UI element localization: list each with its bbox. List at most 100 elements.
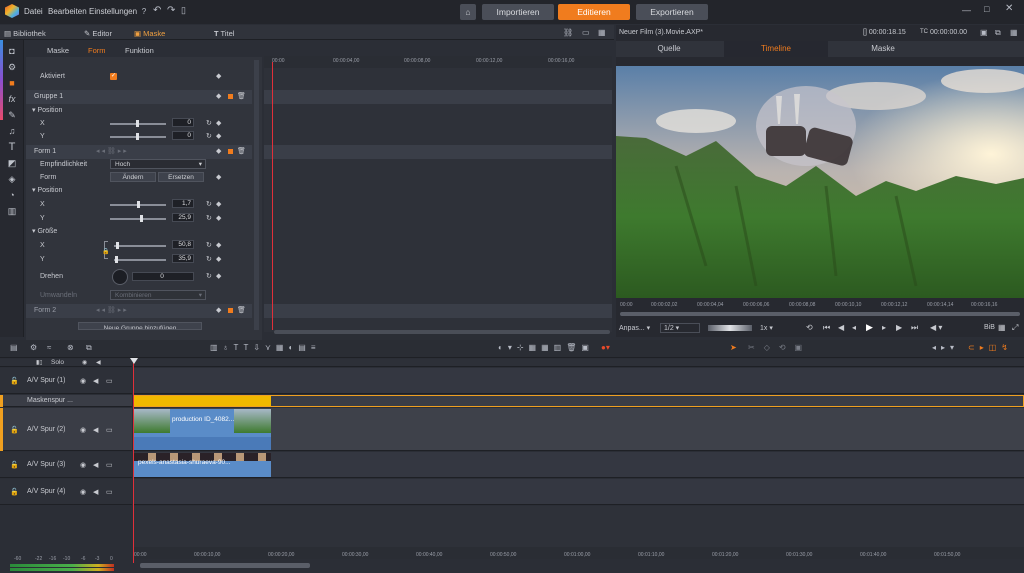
monitor-scrubber[interactable] <box>620 312 1020 316</box>
speaker-icon[interactable]: ◀ <box>93 426 98 434</box>
tab-library[interactable]: ▤ Bibliothek <box>4 29 46 38</box>
track-av4-body[interactable] <box>133 479 1024 505</box>
delete-icon[interactable]: 🗑 <box>237 306 246 314</box>
clip-pexels[interactable]: pexels-anastasia-shuraeva-90... <box>134 453 271 477</box>
track-header-av1[interactable]: 🔓 A/V Spur (1) ◉ ◀ ▭ <box>0 368 132 394</box>
change-button[interactable]: Ändern <box>110 172 156 182</box>
eye-icon[interactable]: ◉ <box>80 377 86 385</box>
menu-edit[interactable]: Bearbeiten <box>48 7 87 16</box>
pointer-icon[interactable]: ➤ <box>730 343 737 352</box>
row-position2-header[interactable]: ▾ Position <box>26 184 256 198</box>
shapes-icon[interactable]: ◩ <box>6 157 18 169</box>
lock-icon[interactable]: 🔓 <box>10 426 19 434</box>
record-voice-icon[interactable]: ●▾ <box>601 343 610 352</box>
brush-icon[interactable]: ✎ <box>6 109 18 121</box>
color-square-icon[interactable] <box>228 308 233 313</box>
prev-frame-icon[interactable]: ◀ <box>838 323 844 332</box>
music-icon[interactable]: ♫ <box>6 125 18 137</box>
zoom-tools-icon[interactable]: ◂▸▾ <box>932 343 959 352</box>
rotate-input[interactable]: 0 <box>132 272 194 281</box>
size-y-input[interactable]: 35,9 <box>172 254 194 263</box>
speaker-icon[interactable]: ◀ <box>93 461 98 469</box>
monitor-icon[interactable]: ▭ <box>106 426 113 434</box>
timecode[interactable]: 00:00:00.00 <box>930 29 967 36</box>
layout-icon[interactable]: ▦ <box>1010 28 1018 37</box>
redo-icon[interactable]: ↷ <box>167 5 175 16</box>
y-slider[interactable] <box>110 133 166 140</box>
speaker-icon[interactable]: ◀ <box>93 488 98 496</box>
tab-import[interactable]: Importieren <box>482 4 554 20</box>
media-icon[interactable]: ◘ <box>6 45 18 57</box>
row-form1[interactable]: Form 1 ◂ ◂ ⛓ ▸ ▸ ◆ 🗑 <box>26 145 252 159</box>
keyframe-icon[interactable]: ◆ <box>216 200 221 208</box>
to-start-icon[interactable]: ⏮ <box>823 323 830 333</box>
solo-icon[interactable]: ▮▯ <box>36 359 43 366</box>
pos-x-input[interactable]: 1,7 <box>172 199 194 208</box>
mask-clip[interactable] <box>134 396 271 406</box>
keyframe-icon[interactable]: ◆ <box>216 173 221 181</box>
edit-tools-icon[interactable]: ▥♁TT⇩⋎▦◐▤≡ <box>210 343 321 352</box>
track-settings-icon[interactable]: ▤ <box>10 343 18 352</box>
reset-icon[interactable]: ↻ <box>206 272 212 280</box>
lock-icon[interactable]: 🔓 <box>10 488 19 496</box>
subtab-function[interactable]: Funktion <box>125 46 154 55</box>
step-forward-icon[interactable]: ▸ <box>882 323 886 332</box>
x-input[interactable]: 0 <box>172 118 194 127</box>
replace-button[interactable]: Ersetzen <box>158 172 204 182</box>
magnet-icon[interactable]: ⊂▸◫↯ <box>968 343 1013 352</box>
fx-icon[interactable]: fx <box>6 93 18 105</box>
menu-file[interactable]: Datei <box>24 7 43 16</box>
keyframe-icon[interactable]: ◆ <box>216 132 221 140</box>
keyframe-icon[interactable]: ◆ <box>216 72 221 80</box>
film-icon[interactable]: ▥ <box>6 205 18 217</box>
reset-icon[interactable]: ↻ <box>206 132 212 140</box>
detach-icon[interactable]: ⧉ <box>995 28 1001 38</box>
size-x-slider[interactable] <box>114 242 166 249</box>
playhead-handle[interactable] <box>130 358 138 364</box>
track-header-av2[interactable]: 🔓 A/V Spur (2) ◉ ◀ ▭ <box>0 408 132 451</box>
tab-export[interactable]: Exportieren <box>636 4 708 20</box>
reset-icon[interactable]: ↻ <box>206 255 212 263</box>
reset-icon[interactable]: ↻ <box>206 200 212 208</box>
help-icon[interactable]: ? <box>139 6 149 16</box>
track-header-av4[interactable]: 🔓 A/V Spur (4) ◉ ◀ ▭ <box>0 479 132 505</box>
row-position-header[interactable]: ▾ Position <box>26 104 256 118</box>
tab-edit[interactable]: Editieren <box>558 4 630 20</box>
eye-icon[interactable]: ◉ <box>80 488 86 496</box>
color-square-icon[interactable] <box>228 149 233 154</box>
minimize-icon[interactable]: — <box>962 5 971 15</box>
next-frame-icon[interactable]: ▶ <box>896 323 902 332</box>
y-input[interactable]: 0 <box>172 131 194 140</box>
timeline-playhead[interactable] <box>133 359 134 563</box>
monitor-icon[interactable]: ▭ <box>106 377 113 385</box>
monitor-icon[interactable]: ▭ <box>106 461 113 469</box>
new-group-button[interactable]: Neue Gruppe hinzufügen <box>78 322 202 330</box>
fullscreen-toggle-icon[interactable]: ⤢ <box>1012 323 1018 333</box>
bib-label[interactable]: BiB <box>984 324 995 331</box>
monitor-icon[interactable]: ▭ <box>106 488 113 496</box>
prev-icon[interactable]: ◂ ◂ ⛓ ▸ ▸ <box>96 147 127 155</box>
timer-icon[interactable]: ◔ <box>6 189 18 201</box>
menu-settings[interactable]: Einstellungen <box>89 7 137 16</box>
mask-timeline-scrollbar[interactable] <box>274 330 610 334</box>
keyframe-icon[interactable]: ◆ <box>216 241 221 249</box>
loop-icon[interactable]: ⟲ <box>806 323 813 332</box>
track-header-mask[interactable]: Maskenspur ... <box>0 395 132 407</box>
delete-icon[interactable]: 🗑 <box>237 92 246 100</box>
eye-icon[interactable]: ◉ <box>80 426 86 434</box>
keyframe-icon[interactable]: ◆ <box>216 272 221 280</box>
fullscreen-icon[interactable]: ▣ <box>980 28 988 37</box>
row-size-header[interactable]: ▾ Größe <box>26 225 256 239</box>
trim-tools-icon[interactable]: ✂◇⟲▣ <box>748 343 811 352</box>
maximize-icon[interactable]: □ <box>984 4 989 14</box>
reset-icon[interactable]: ↻ <box>206 241 212 249</box>
keyframe-icon[interactable]: ◆ <box>216 92 221 100</box>
clip-production[interactable]: production ID_4082... <box>134 409 271 450</box>
combine-select[interactable]: Kombinieren ▾ <box>110 290 206 300</box>
panel-icon[interactable]: ▭ <box>582 28 590 37</box>
tab-mask[interactable]: ▣ Maske <box>134 29 165 38</box>
delete-icon[interactable]: 🗑 <box>237 147 246 155</box>
reset-icon[interactable]: ↻ <box>206 119 212 127</box>
pos-y-input[interactable]: 25,9 <box>172 213 194 222</box>
color-square-icon[interactable] <box>228 94 233 99</box>
